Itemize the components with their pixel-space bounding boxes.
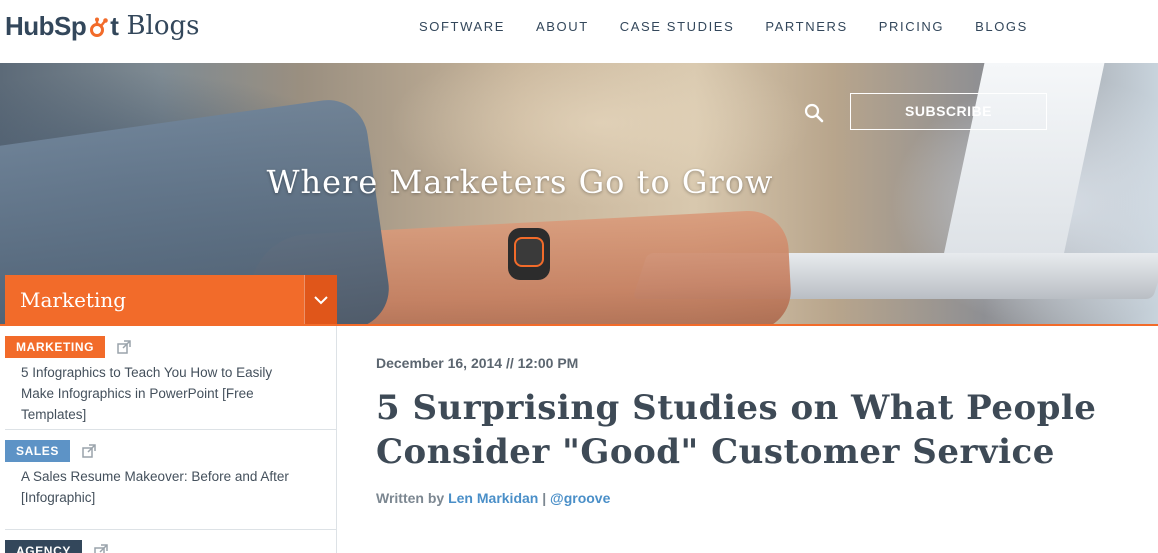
article-header: December 16, 2014 // 12:00 PM 5 Surprisi… xyxy=(376,352,1116,506)
tag-marketing[interactable]: MARKETING xyxy=(5,336,106,358)
share-icon[interactable] xyxy=(117,340,131,354)
sidebar-post-item: MARKETING 5 Infographics to Teach You Ho… xyxy=(5,326,336,430)
category-dropdown[interactable]: Marketing xyxy=(5,275,337,324)
category-selected-label: Marketing xyxy=(20,287,127,312)
hero-watch-face xyxy=(514,237,544,267)
hubspot-blogs-logo[interactable]: HubSp t Blogs xyxy=(5,6,200,46)
logo-hubsp-text: HubSp xyxy=(5,10,87,41)
tag-agency[interactable]: AGENCY xyxy=(5,540,82,553)
nav-blogs[interactable]: BLOGS xyxy=(975,18,1028,36)
sidebar-post-link[interactable]: A Sales Resume Makeover: Before and Afte… xyxy=(21,466,301,508)
tag-sales[interactable]: SALES xyxy=(5,440,71,462)
article-title: 5 Surprising Studies on What People Cons… xyxy=(376,388,1097,472)
subscribe-button[interactable]: SUBSCRIBE xyxy=(850,93,1047,130)
hero-tagline: Where Marketers Go to Grow xyxy=(266,163,774,201)
sidebar-post-item: AGENCY xyxy=(5,530,336,553)
share-icon[interactable] xyxy=(94,544,108,553)
nav-case-studies[interactable]: CASE STUDIES xyxy=(620,18,735,36)
sidebar-post-link[interactable]: 5 Infographics to Teach You How to Easil… xyxy=(21,362,301,425)
nav-about[interactable]: ABOUT xyxy=(536,18,589,36)
nav-partners[interactable]: PARTNERS xyxy=(765,18,847,36)
nav-software[interactable]: SOFTWARE xyxy=(419,18,505,36)
main-nav: SOFTWARE ABOUT CASE STUDIES PARTNERS PRI… xyxy=(419,18,1059,36)
chevron-down-icon[interactable] xyxy=(304,275,337,324)
sidebar-post-list: MARKETING 5 Infographics to Teach You Ho… xyxy=(5,326,337,553)
sidebar-tag-row: SALES xyxy=(5,440,96,462)
article-date: December 16, 2014 // 12:00 PM xyxy=(376,355,579,371)
author-link[interactable]: Len Markidan xyxy=(448,490,538,506)
sidebar-tag-row: MARKETING xyxy=(5,336,131,358)
byline-prefix: Written by xyxy=(376,490,445,506)
logo-blogs-text: Blogs xyxy=(126,11,200,41)
sidebar-tag-row: AGENCY xyxy=(5,540,108,553)
logo-t-text: t xyxy=(110,10,119,41)
author-handle-link[interactable]: @groove xyxy=(550,490,610,506)
search-icon[interactable] xyxy=(802,101,826,125)
hubspot-sprocket-icon xyxy=(87,17,109,39)
share-icon[interactable] xyxy=(82,444,96,458)
byline-separator: | xyxy=(542,490,547,506)
nav-pricing[interactable]: PRICING xyxy=(879,18,944,36)
article-byline: Written by Len Markidan | @groove xyxy=(376,490,1116,506)
sidebar-post-item: SALES A Sales Resume Makeover: Before an… xyxy=(5,430,336,530)
top-navigation-bar: HubSp t Blogs SOFTWARE ABOUT CASE STUDIE… xyxy=(0,0,1158,63)
